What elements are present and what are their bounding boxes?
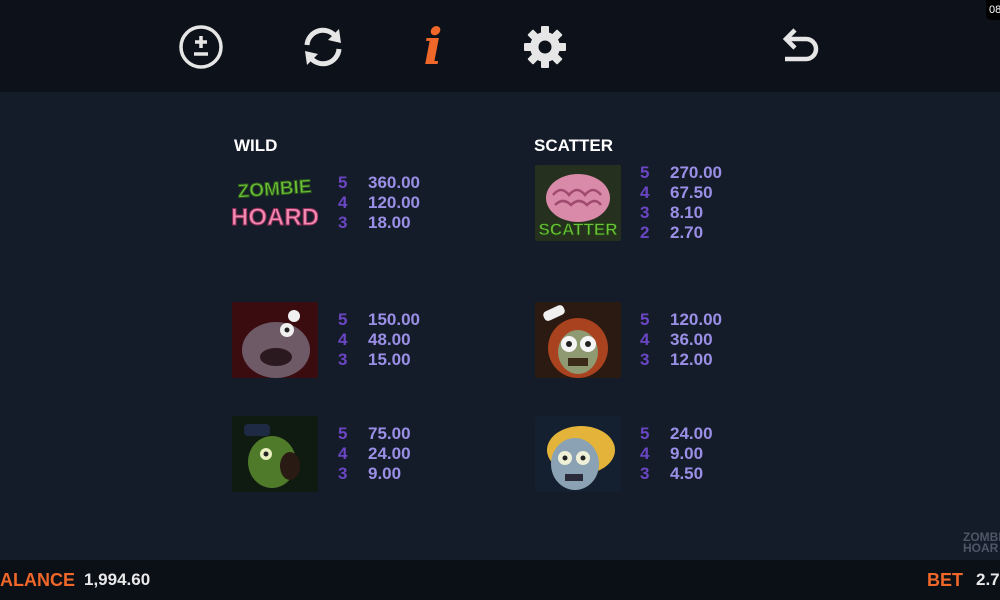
game-logo: ZOMBI HOAR <box>963 530 1000 555</box>
pay-row: 3 9.00 <box>338 464 402 483</box>
pay-row: 4 9.00 <box>640 444 704 463</box>
zombie-nurse-symbol <box>535 302 621 378</box>
balance-value: 1,994.60 <box>84 570 151 589</box>
zombie-cop-pays: 5 75.00 4 24.00 3 9.00 <box>338 424 411 484</box>
wild-symbol: ZOMBIE HOARD <box>232 165 318 241</box>
settings-button[interactable] <box>520 22 570 72</box>
back-button[interactable] <box>775 22 825 72</box>
autoplay-button[interactable] <box>298 22 348 72</box>
wild-pays: 5 360.00 4 120.00 3 18.00 <box>338 173 420 233</box>
pay-row: 5 75.00 <box>338 424 411 443</box>
pay-row: 5 120.00 <box>640 310 722 329</box>
clock: 08 <box>986 0 1000 20</box>
pay-row: 5 270.00 <box>640 163 722 182</box>
pay-row: 3 4.50 <box>640 464 704 483</box>
pay-row: 4 48.00 <box>338 330 411 349</box>
pay-row: 5 150.00 <box>338 310 420 329</box>
scatter-title: SCATTER <box>534 136 614 155</box>
zombie-nurse-pays: 5 120.00 4 36.00 3 12.00 <box>640 310 722 370</box>
wild-title: WILD <box>234 136 278 155</box>
gear-icon <box>524 26 566 68</box>
bet-label: BET <box>927 570 963 590</box>
back-arrow-icon <box>782 28 819 62</box>
pay-row: 3 15.00 <box>338 350 411 369</box>
zombie-blonde-symbol <box>535 416 621 492</box>
pay-row: 3 12.00 <box>640 350 713 369</box>
pay-row: 4 24.00 <box>338 444 411 463</box>
scatter-symbol: SCATTER <box>535 165 621 241</box>
top-toolbar: i 08 <box>0 0 1000 92</box>
zombie-blonde-pays: 5 24.00 4 9.00 3 4.50 <box>640 424 713 484</box>
info-icon: i <box>423 17 443 76</box>
pay-row: 5 360.00 <box>338 173 420 192</box>
pay-row: 4 67.50 <box>640 183 713 202</box>
pay-row: 5 24.00 <box>640 424 713 443</box>
refresh-icon <box>304 27 342 67</box>
pay-row: 3 18.00 <box>338 213 411 232</box>
svg-text:ZOMBIE: ZOMBIE <box>237 176 312 202</box>
info-button[interactable]: i <box>408 22 458 72</box>
zombie-brute-pays: 5 150.00 4 48.00 3 15.00 <box>338 310 420 370</box>
pay-row: 2 2.70 <box>640 223 704 242</box>
pay-row: 3 8.10 <box>640 203 704 222</box>
zombie-brute-symbol <box>232 302 318 378</box>
paytable-panel <box>0 92 1000 560</box>
zombie-cop-symbol <box>232 416 318 492</box>
balance-label: ALANCE <box>0 570 75 590</box>
bet-adjust-button[interactable] <box>176 22 226 72</box>
pay-row: 4 120.00 <box>338 193 420 212</box>
pay-row: 4 36.00 <box>640 330 713 349</box>
plus-minus-icon <box>179 25 223 69</box>
bet-value: 2.7 <box>976 570 1000 589</box>
svg-text:SCATTER: SCATTER <box>538 220 617 239</box>
scatter-pays: 5 270.00 4 67.50 3 8.10 2 2.70 <box>640 163 722 243</box>
svg-text:HOARD: HOARD <box>232 204 318 231</box>
bottom-bar: ALANCE 1,994.60 BET 2.7 <box>0 560 1000 600</box>
